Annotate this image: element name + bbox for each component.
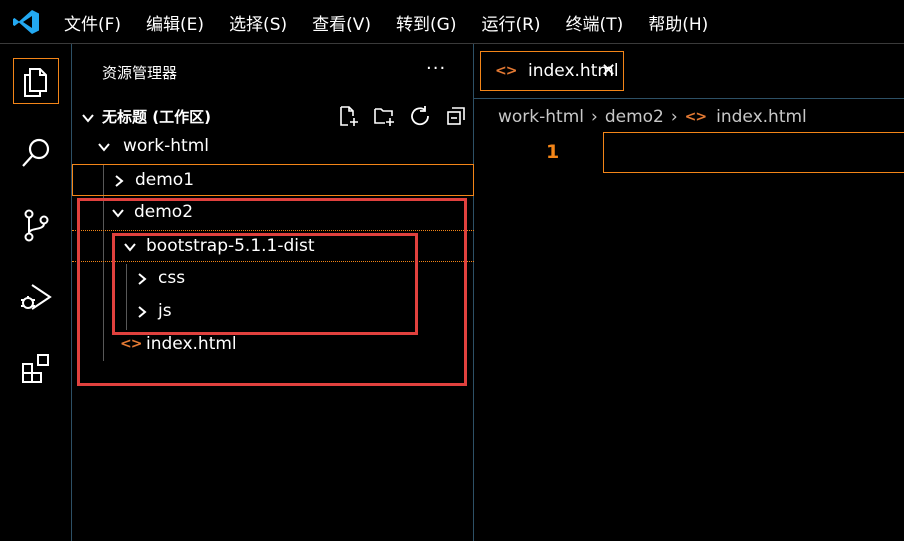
editor-tab-bar: <> index.html ✕ xyxy=(474,44,904,99)
more-actions-button[interactable]: ··· xyxy=(426,58,446,79)
chevron-right-icon: › xyxy=(591,107,598,127)
refresh-icon[interactable] xyxy=(402,102,438,130)
html-file-icon: <> xyxy=(495,63,517,79)
breadcrumb-item-work-html[interactable]: work-html xyxy=(498,107,584,127)
chevron-right-icon xyxy=(115,175,124,187)
workspace-row[interactable]: 无标题 (工作区) xyxy=(72,104,474,130)
tree-label-demo1: demo1 xyxy=(135,170,195,190)
activity-bar xyxy=(0,44,72,541)
menu-edit[interactable]: 编辑(E) xyxy=(146,10,204,35)
tree-folder-work-html[interactable]: work-html xyxy=(72,131,474,163)
tree-label-work-html: work-html xyxy=(123,136,209,156)
explorer-sidebar: 资源管理器 ··· 无标题 (工作区) work-html demo1 demo… xyxy=(72,44,474,541)
new-folder-icon[interactable] xyxy=(366,102,402,130)
menu-terminal[interactable]: 终端(T) xyxy=(566,10,624,35)
menu-go[interactable]: 转到(G) xyxy=(396,10,456,35)
vscode-logo-icon xyxy=(13,10,39,34)
current-line-highlight[interactable] xyxy=(603,132,904,173)
close-icon[interactable]: ✕ xyxy=(601,60,616,81)
new-file-icon[interactable] xyxy=(330,102,366,130)
collapse-all-icon[interactable] xyxy=(438,102,474,130)
title-bar: 文件(F) 编辑(E) 选择(S) 查看(V) 转到(G) 运行(R) 终端(T… xyxy=(0,0,904,44)
menu-help[interactable]: 帮助(H) xyxy=(648,10,708,35)
menu-view[interactable]: 查看(V) xyxy=(312,10,371,35)
menu-run[interactable]: 运行(R) xyxy=(481,10,540,35)
breadcrumb: work-html › demo2 › <> index.html xyxy=(498,106,807,128)
chevron-down-icon xyxy=(98,143,110,152)
extensions-icon[interactable] xyxy=(13,346,59,392)
menu-selection[interactable]: 选择(S) xyxy=(229,10,287,35)
workspace-title: 无标题 (工作区) xyxy=(102,108,211,126)
line-number: 1 xyxy=(546,141,560,163)
chevron-down-icon xyxy=(82,114,94,123)
tab-index-html[interactable]: <> index.html ✕ xyxy=(480,51,624,91)
tree-folder-demo1[interactable]: demo1 xyxy=(72,164,474,196)
highlight-box-bootstrap xyxy=(112,233,418,335)
workspace-actions xyxy=(330,102,474,130)
source-control-icon[interactable] xyxy=(13,202,59,248)
run-debug-icon[interactable] xyxy=(13,274,59,320)
menu-file[interactable]: 文件(F) xyxy=(64,10,121,35)
breadcrumb-item-demo2[interactable]: demo2 xyxy=(605,107,664,127)
menu-bar: 文件(F) 编辑(E) 选择(S) 查看(V) 转到(G) 运行(R) 终端(T… xyxy=(64,0,733,44)
chevron-right-icon: › xyxy=(670,107,678,127)
explorer-icon[interactable] xyxy=(13,58,59,104)
search-icon[interactable] xyxy=(13,130,59,176)
sidebar-header: 资源管理器 xyxy=(102,64,178,82)
html-file-icon: <> xyxy=(684,109,707,125)
breadcrumb-item-index-html[interactable]: index.html xyxy=(716,107,807,127)
